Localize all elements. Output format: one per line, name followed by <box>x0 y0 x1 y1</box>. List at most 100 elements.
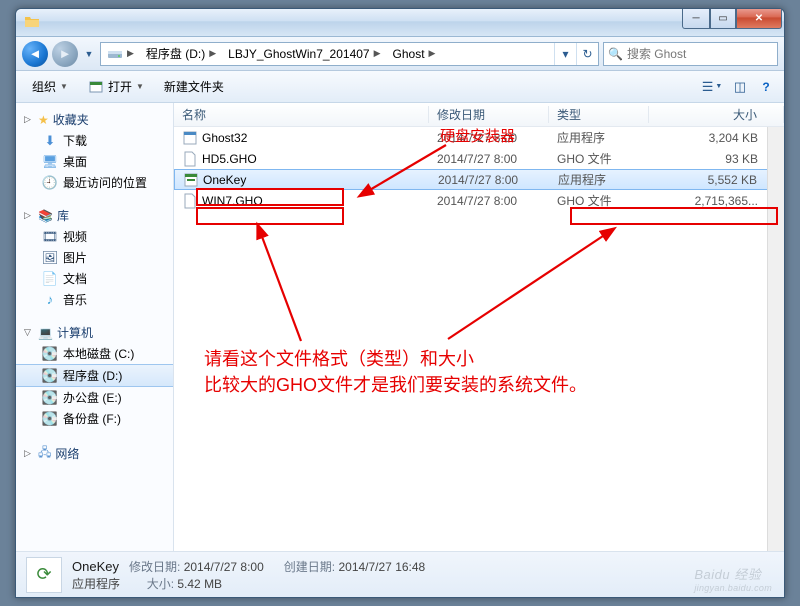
back-button[interactable]: ◄ <box>22 41 48 67</box>
network-header[interactable]: ▷🖧网络 <box>16 441 173 466</box>
video-icon: 🎞 <box>42 229 58 245</box>
drive-icon: 💽 <box>42 368 58 384</box>
explorer-window: ─ ▭ ✕ ◄ ► ▼ ▶ 程序盘 (D:) ▶ LBJY_GhostWin7_2… <box>15 8 785 598</box>
drive-icon: 💽 <box>42 411 58 427</box>
chevron-right-icon: ▶ <box>429 48 436 59</box>
sidebar-item-music[interactable]: ♪音乐 <box>16 289 173 310</box>
picture-icon: 🖼 <box>42 250 58 266</box>
column-type[interactable]: 类型 <box>549 106 649 123</box>
sidebar-item-drive-d[interactable]: 💽程序盘 (D:) <box>16 364 173 387</box>
expand-icon: ▽ <box>24 327 34 338</box>
breadcrumb[interactable]: Ghost ▶ <box>387 43 442 65</box>
sidebar-item-drive-f[interactable]: 💽备份盘 (F:) <box>16 408 173 429</box>
exe-icon <box>183 172 199 188</box>
file-row-selected[interactable]: OneKey 2014/7/27 8:00 应用程序 5,552 KB <box>174 169 784 190</box>
breadcrumb-root[interactable]: ▶ <box>101 43 140 65</box>
library-icon: 📚 <box>38 209 53 223</box>
nav-pane: ▷★收藏夹 ⬇下载 🖥桌面 🕘最近访问的位置 ▷📚库 🎞视频 🖼图片 📄文档 ♪… <box>16 103 174 551</box>
file-name: WIN7.GHO <box>202 194 263 208</box>
open-button[interactable]: 打开▼ <box>80 75 152 98</box>
open-icon <box>88 79 104 95</box>
organize-button[interactable]: 组织▼ <box>24 75 76 98</box>
column-size[interactable]: 大小 <box>649 106 784 123</box>
file-size: 93 KB <box>649 152 784 166</box>
details-pane: ⟳ OneKey 修改日期: 2014/7/27 8:00 创建日期: 2014… <box>16 551 784 597</box>
file-list: 名称 修改日期 类型 大小 Ghost32 2014/7/27 8:00 应用程… <box>174 103 784 551</box>
preview-pane-button[interactable]: ◫ <box>728 76 752 98</box>
search-placeholder: 搜索 Ghost <box>627 45 686 62</box>
sidebar-item-pictures[interactable]: 🖼图片 <box>16 247 173 268</box>
collapse-icon: ▷ <box>24 210 34 221</box>
address-dropdown[interactable]: ▾ <box>554 43 576 65</box>
file-type: 应用程序 <box>550 171 650 188</box>
sidebar-item-drive-c[interactable]: 💽本地磁盘 (C:) <box>16 343 173 364</box>
sidebar-item-desktop[interactable]: 🖥桌面 <box>16 151 173 172</box>
favorites-header[interactable]: ▷★收藏夹 <box>16 109 173 130</box>
search-icon: 🔍 <box>608 47 623 61</box>
file-size: 2,715,365... <box>649 194 784 208</box>
network-icon: 🖧 <box>38 443 51 464</box>
computer-header[interactable]: ▽💻计算机 <box>16 322 173 343</box>
forward-button[interactable]: ► <box>52 41 78 67</box>
column-date[interactable]: 修改日期 <box>429 106 549 123</box>
address-bar[interactable]: ▶ 程序盘 (D:) ▶ LBJY_GhostWin7_201407 ▶ Ghost… <box>100 42 599 66</box>
breadcrumb[interactable]: LBJY_GhostWin7_201407 ▶ <box>222 43 386 65</box>
file-type: GHO 文件 <box>549 150 649 167</box>
column-headers: 名称 修改日期 类型 大小 <box>174 103 784 127</box>
watermark: Baidu 经验 jingyan.baidu.com <box>694 564 772 593</box>
desktop-icon: 🖥 <box>42 154 58 170</box>
exe-icon <box>182 130 198 146</box>
file-name: HD5.GHO <box>202 152 257 166</box>
minimize-button[interactable]: ─ <box>682 9 710 29</box>
chevron-down-icon: ▼ <box>136 82 144 91</box>
file-size: 3,204 KB <box>649 131 784 145</box>
recent-icon: 🕘 <box>42 175 58 191</box>
history-dropdown[interactable]: ▼ <box>82 44 96 64</box>
view-button[interactable]: ☰▼ <box>700 76 724 98</box>
file-name: OneKey <box>203 173 246 187</box>
help-button[interactable]: ? <box>756 80 776 94</box>
sidebar-item-recent[interactable]: 🕘最近访问的位置 <box>16 172 173 193</box>
file-size: 5,552 KB <box>650 173 783 187</box>
sidebar-item-drive-e[interactable]: 💽办公盘 (E:) <box>16 387 173 408</box>
details-text: OneKey 修改日期: 2014/7/27 8:00 创建日期: 2014/7… <box>72 558 425 592</box>
address-row: ◄ ► ▼ ▶ 程序盘 (D:)▶ LBJY_GhostWin7_201407▶… <box>16 37 784 71</box>
new-folder-button[interactable]: 新建文件夹 <box>156 75 232 98</box>
chevron-right-icon: ▶ <box>209 48 216 59</box>
search-input[interactable]: 🔍 搜索 Ghost <box>603 42 778 66</box>
music-icon: ♪ <box>42 292 58 308</box>
column-name[interactable]: 名称 <box>174 106 429 123</box>
maximize-button[interactable]: ▭ <box>710 9 736 29</box>
file-date: 2014/7/27 8:00 <box>429 194 549 208</box>
breadcrumb-label: 程序盘 (D:) <box>146 45 205 62</box>
sidebar-item-documents[interactable]: 📄文档 <box>16 268 173 289</box>
chevron-right-icon: ▶ <box>127 48 134 59</box>
refresh-button[interactable]: ↻ <box>576 43 598 65</box>
breadcrumb-label: Ghost <box>393 47 425 61</box>
computer-icon: 💻 <box>38 326 53 340</box>
breadcrumb-label: LBJY_GhostWin7_201407 <box>228 47 369 61</box>
vertical-scrollbar[interactable] <box>767 127 784 551</box>
file-type: GHO 文件 <box>549 192 649 209</box>
file-date: 2014/7/27 8:00 <box>429 152 549 166</box>
titlebar[interactable]: ─ ▭ ✕ <box>16 9 784 37</box>
file-row[interactable]: WIN7.GHO 2014/7/27 8:00 GHO 文件 2,715,365… <box>174 190 784 211</box>
file-icon <box>182 151 198 167</box>
drive-icon: 💽 <box>42 346 58 362</box>
breadcrumb[interactable]: 程序盘 (D:) ▶ <box>140 43 222 65</box>
main-content: ▷★收藏夹 ⬇下载 🖥桌面 🕘最近访问的位置 ▷📚库 🎞视频 🖼图片 📄文档 ♪… <box>16 103 784 551</box>
chevron-down-icon: ▼ <box>60 82 68 91</box>
sidebar-item-downloads[interactable]: ⬇下载 <box>16 130 173 151</box>
file-row[interactable]: Ghost32 2014/7/27 8:00 应用程序 3,204 KB <box>174 127 784 148</box>
downloads-icon: ⬇ <box>42 133 58 149</box>
collapse-icon: ▷ <box>24 114 34 125</box>
libraries-header[interactable]: ▷📚库 <box>16 205 173 226</box>
close-button[interactable]: ✕ <box>736 9 782 29</box>
chevron-right-icon: ▶ <box>374 48 381 59</box>
sidebar-item-videos[interactable]: 🎞视频 <box>16 226 173 247</box>
file-icon <box>182 193 198 209</box>
folder-icon <box>24 14 40 30</box>
file-row[interactable]: HD5.GHO 2014/7/27 8:00 GHO 文件 93 KB <box>174 148 784 169</box>
file-date: 2014/7/27 8:00 <box>429 131 549 145</box>
file-type: 应用程序 <box>549 129 649 146</box>
